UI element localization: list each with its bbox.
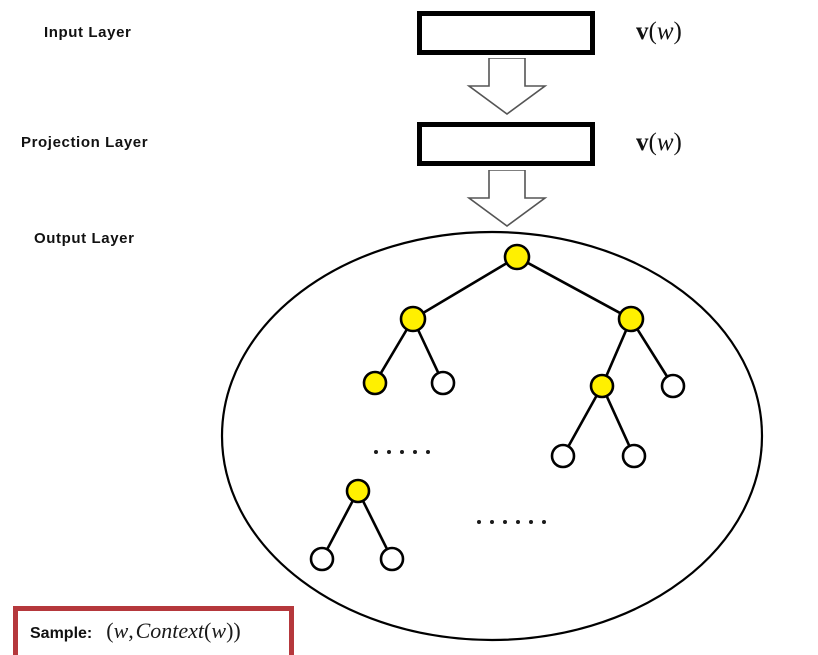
tree-node-active[interactable] [399,305,427,333]
tree-edge [635,326,670,379]
ellipsis-dots-upper [374,450,439,454]
ellipsis-dot [413,450,417,454]
tree-node-active[interactable] [362,370,388,396]
tree-edge [361,498,389,552]
tree-node-active[interactable] [617,305,645,333]
tree-node-inactive[interactable] [550,443,576,469]
tree-edge-group [325,260,670,552]
tree-edge [604,393,632,449]
ellipsis-dot [387,450,391,454]
sample-context-argument: w [211,618,227,643]
ellipsis-dot [490,520,494,524]
tree-node-inactive[interactable] [430,370,456,396]
ellipsis-dot [529,520,533,524]
ellipsis-dot [400,450,404,454]
tree-node-active[interactable] [503,243,531,271]
tree-edge [378,327,409,376]
ellipsis-dot [477,520,481,524]
sample-word-symbol: w [113,618,129,643]
tree-node-inactive[interactable] [379,546,405,572]
tree-edge [421,261,509,315]
sample-expression: (w, Context(w)) [106,618,240,644]
tree-edge [566,393,599,449]
tree-edge [604,327,628,379]
tree-node-inactive[interactable] [621,443,647,469]
tree-edge [525,260,623,316]
tree-node-inactive[interactable] [309,546,335,572]
sample-context-symbol: Context [135,618,205,643]
diagram-canvas: Input Layer Projection Layer Output Laye… [0,0,818,655]
sample-paren-close: ) [233,618,241,643]
tree-node-inactive[interactable] [660,373,686,399]
sample-comma: , [128,618,134,643]
ellipsis-dot [426,450,430,454]
sample-annotation-content: Sample: (w, Context(w)) [30,618,241,644]
tree-edge [325,498,355,552]
output-layer-ellipse [220,230,764,642]
ellipsis-dot [542,520,546,524]
ellipsis-dot [374,450,378,454]
sample-label: Sample: [30,625,93,642]
output-layer-huffman-tree [220,230,764,642]
ellipsis-dots-lower [477,520,555,524]
tree-node-active[interactable] [345,478,371,504]
ellipsis-dot [516,520,520,524]
tree-edge [416,327,441,376]
sample-paren-open: ( [106,618,114,643]
tree-node-active[interactable] [589,373,615,399]
ellipsis-dot [503,520,507,524]
